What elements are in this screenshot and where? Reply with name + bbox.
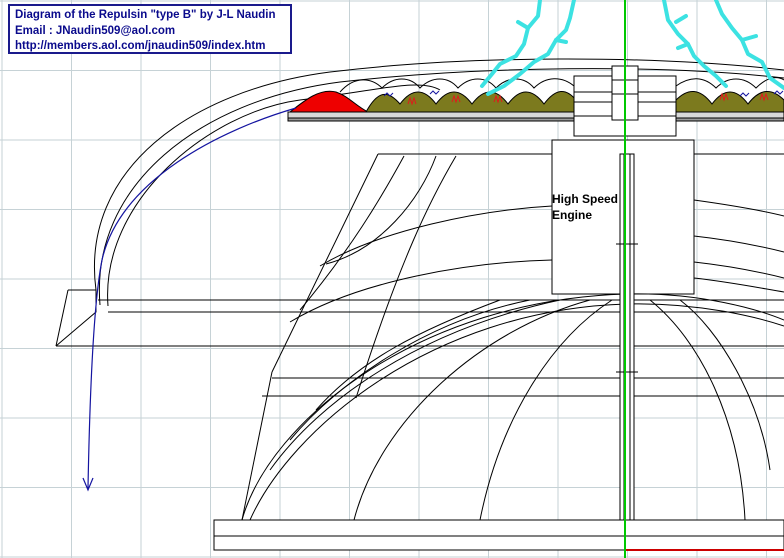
olive-wave-right <box>675 91 784 113</box>
base-platform <box>213 519 784 551</box>
turbine-plate <box>287 111 784 122</box>
turbine-housing <box>241 153 784 521</box>
author-url[interactable]: http://members.aol.com/jnaudin509/index.… <box>15 39 290 55</box>
engine-label-line2: Engine <box>552 208 593 222</box>
upper-wave-line-right <box>675 77 784 89</box>
airflow-arrow-icon <box>82 107 297 492</box>
title-box: Diagram of the Repulsin "type B" by J-L … <box>8 4 292 54</box>
engine-label-line1: High Speed <box>552 192 619 206</box>
red-wave <box>288 90 369 113</box>
engine-label: High Speed Engine <box>552 191 618 223</box>
author-email: Email : JNaudin509@aol.com <box>15 24 176 37</box>
canopy-tip <box>55 289 784 347</box>
diagram-title: Diagram of the Repulsin "type B" by J-L … <box>15 9 276 21</box>
wave-layer <box>288 77 784 113</box>
upper-wave-line <box>339 78 575 93</box>
repulsin-diagram <box>0 0 784 558</box>
olive-wave <box>365 91 577 113</box>
lower-dome <box>241 293 784 521</box>
